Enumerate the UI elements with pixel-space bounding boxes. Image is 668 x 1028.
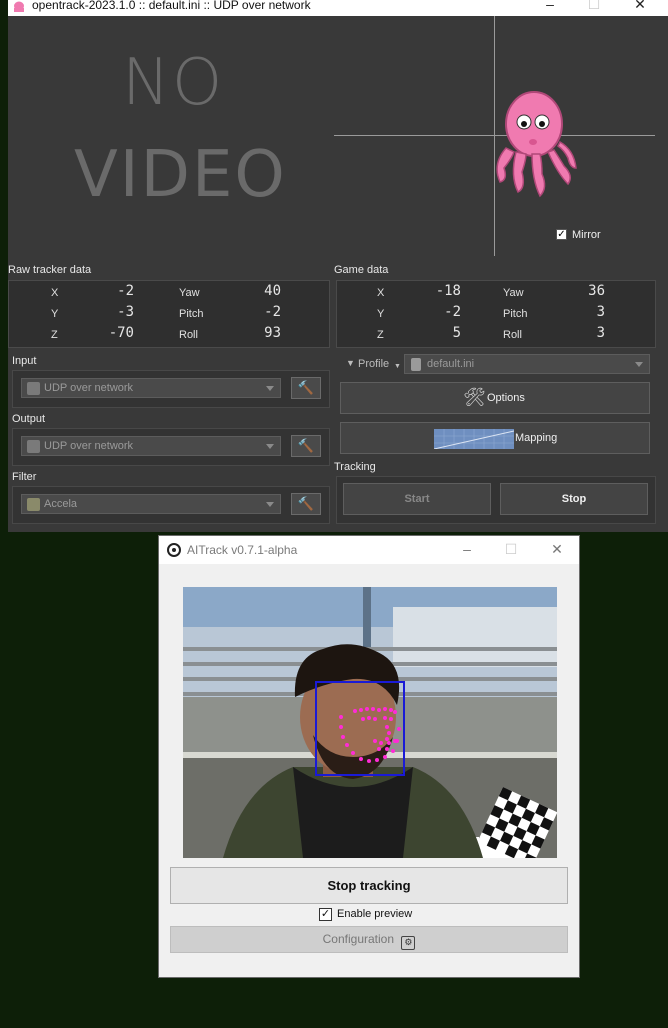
mapping-curve-icon [434, 429, 514, 449]
game-roll-label: Roll [503, 329, 522, 341]
raw-y-label: Y [51, 308, 59, 320]
raw-x-label: X [51, 287, 59, 299]
filter-select[interactable]: Accela [21, 494, 281, 514]
no-video-text-1: NO [122, 46, 225, 120]
game-y-value: -2 [444, 304, 461, 320]
maximize-button[interactable]: ☐ [499, 541, 523, 558]
hammer-icon: 🔨 [297, 438, 315, 453]
raw-tracker-heading: Raw tracker data [8, 264, 92, 276]
chevron-down-small-icon: ▼ [394, 363, 401, 370]
chevron-down-icon [635, 362, 643, 367]
raw-roll-value: 93 [264, 325, 281, 341]
profile-select-value: default.ini [427, 358, 475, 370]
game-x-value: -18 [435, 283, 461, 299]
stop-tracking-button[interactable]: Stop tracking [170, 867, 568, 904]
raw-pitch-value: -2 [264, 304, 281, 320]
game-z-value: 5 [452, 325, 461, 341]
udp-icon [27, 382, 40, 395]
chevron-down-icon [266, 502, 274, 507]
minimize-button[interactable]: – [455, 541, 479, 557]
accela-icon [27, 498, 40, 511]
minimize-button[interactable]: – [540, 0, 560, 12]
window-title: opentrack-2023.1.0 :: default.ini :: UDP… [32, 0, 311, 12]
game-data-box: X -18 Yaw 36 Y -2 Pitch 3 Z 5 Roll 3 [336, 280, 656, 348]
raw-z-value: -70 [108, 325, 134, 341]
face-landmarks [339, 707, 401, 763]
video-area: NO VIDEO [8, 16, 330, 256]
profile-label: Profile [358, 358, 390, 370]
pose-preview: ✓ Mirror [334, 16, 668, 256]
filter-select-value: Accela [44, 498, 78, 510]
output-select-value: UDP over network [44, 440, 134, 452]
enable-preview-checkbox[interactable]: ✓ [319, 908, 332, 921]
tracking-group: Start Stop [336, 476, 656, 524]
raw-y-value: -3 [117, 304, 134, 320]
game-yaw-value: 36 [588, 283, 605, 299]
tracking-heading: Tracking [334, 461, 376, 473]
aitrack-window-title: AITrack v0.7.1-alpha [187, 543, 298, 557]
chevron-down-icon: ▼ [346, 358, 355, 368]
profile-select[interactable]: default.ini [404, 354, 650, 374]
output-group: UDP over network 🔨 [12, 428, 330, 466]
camera-preview [183, 587, 557, 858]
chevron-down-icon [266, 386, 274, 391]
game-pitch-label: Pitch [503, 308, 528, 320]
aitrack-titlebar[interactable]: AITrack v0.7.1-alpha – ☐ ✕ [159, 536, 579, 564]
configuration-label: Configuration [322, 932, 395, 946]
game-data-heading: Game data [334, 264, 389, 276]
game-roll-value: 3 [596, 325, 605, 341]
raw-yaw-label: Yaw [179, 287, 200, 299]
octopus-app-icon [14, 1, 24, 12]
maximize-button[interactable]: ☐ [584, 0, 604, 13]
input-select-value: UDP over network [44, 382, 134, 394]
output-heading: Output [12, 413, 46, 425]
raw-roll-label: Roll [179, 329, 198, 341]
input-heading: Input [12, 355, 37, 367]
hammer-icon: 🔨 [297, 380, 315, 395]
raw-tracker-box: X -2 Yaw 40 Y -3 Pitch -2 Z -70 Roll 93 [8, 280, 330, 348]
close-button[interactable]: ✕ [545, 541, 569, 558]
aitrack-window: AITrack v0.7.1-alpha – ☐ ✕ Stop tracking… [158, 535, 580, 978]
opentrack-titlebar[interactable]: opentrack-2023.1.0 :: default.ini :: UDP… [8, 0, 668, 16]
raw-pitch-label: Pitch [179, 308, 204, 320]
input-settings-button[interactable]: 🔨 [291, 377, 321, 399]
game-z-label: Z [377, 329, 384, 341]
mirror-checkbox[interactable]: ✓ [556, 229, 567, 240]
raw-x-value: -2 [117, 283, 134, 299]
close-button[interactable]: ✕ [630, 0, 650, 13]
no-video-text-2: VIDEO [74, 138, 287, 212]
raw-z-label: Z [51, 329, 58, 341]
mirror-label: Mirror [572, 229, 601, 241]
mapping-label: Mapping [515, 432, 558, 444]
game-yaw-label: Yaw [503, 287, 524, 299]
output-select[interactable]: UDP over network [21, 436, 281, 456]
stop-button[interactable]: Stop [500, 483, 648, 515]
profile-menu-button[interactable]: ▼ Profile ▼ [344, 357, 402, 375]
start-button[interactable]: Start [343, 483, 491, 515]
options-label: Options [487, 392, 525, 404]
udp-icon [27, 440, 40, 453]
raw-yaw-value: 40 [264, 283, 281, 299]
filter-group: Accela 🔨 [12, 486, 330, 524]
file-icon [411, 358, 421, 371]
eye-app-icon [167, 543, 181, 557]
filter-heading: Filter [12, 471, 37, 483]
input-group: UDP over network 🔨 [12, 370, 330, 408]
tools-icon: 🛠 [463, 387, 486, 407]
output-settings-button[interactable]: 🔨 [291, 435, 321, 457]
enable-preview-label: Enable preview [337, 908, 413, 920]
opentrack-window: opentrack-2023.1.0 :: default.ini :: UDP… [8, 0, 668, 532]
game-pitch-value: 3 [596, 304, 605, 320]
chevron-down-icon [266, 444, 274, 449]
game-y-label: Y [377, 308, 385, 320]
filter-settings-button[interactable]: 🔨 [291, 493, 321, 515]
configuration-button[interactable]: Configuration ⚙ [170, 926, 568, 953]
octopus-icon [496, 91, 577, 198]
options-button[interactable]: 🛠 Options [340, 382, 650, 414]
game-x-label: X [377, 287, 385, 299]
mapping-button[interactable]: Mapping [340, 422, 650, 454]
gear-icon: ⚙ [401, 936, 416, 950]
hammer-icon: 🔨 [297, 496, 315, 511]
input-select[interactable]: UDP over network [21, 378, 281, 398]
